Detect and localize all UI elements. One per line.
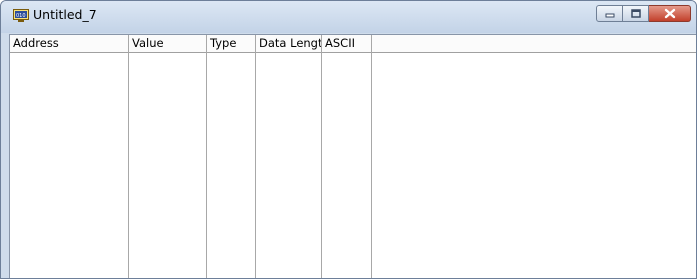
column-header-filler <box>372 35 696 52</box>
column-header-type[interactable]: Type <box>207 35 256 52</box>
minimize-icon <box>605 13 614 17</box>
monitor-icon: 010 <box>13 8 29 22</box>
minimize-button[interactable] <box>596 5 623 22</box>
column-header-data-length[interactable]: Data Length <box>256 35 322 52</box>
window-title: Untitled_7 <box>33 7 97 22</box>
column-header-value[interactable]: Value <box>129 35 207 52</box>
close-icon <box>664 8 675 19</box>
column-divider <box>206 52 207 278</box>
column-divider <box>321 52 322 278</box>
svg-text:010: 010 <box>16 13 26 19</box>
column-divider <box>371 52 372 278</box>
maximize-icon <box>630 8 641 18</box>
close-button[interactable] <box>649 5 691 22</box>
column-header-address[interactable]: Address <box>10 35 129 52</box>
column-divider <box>128 52 129 278</box>
list-header: Address Value Type Data Length ASCII <box>10 35 696 53</box>
maximize-button[interactable] <box>623 5 649 22</box>
column-divider <box>255 52 256 278</box>
column-header-ascii[interactable]: ASCII <box>322 35 372 52</box>
app-window: 010 Untitled_7 Address Value Type Data L… <box>0 0 697 279</box>
caption-buttons <box>596 5 691 25</box>
title-bar[interactable]: 010 Untitled_7 <box>1 1 696 33</box>
register-list-view[interactable]: Address Value Type Data Length ASCII <box>9 34 696 278</box>
